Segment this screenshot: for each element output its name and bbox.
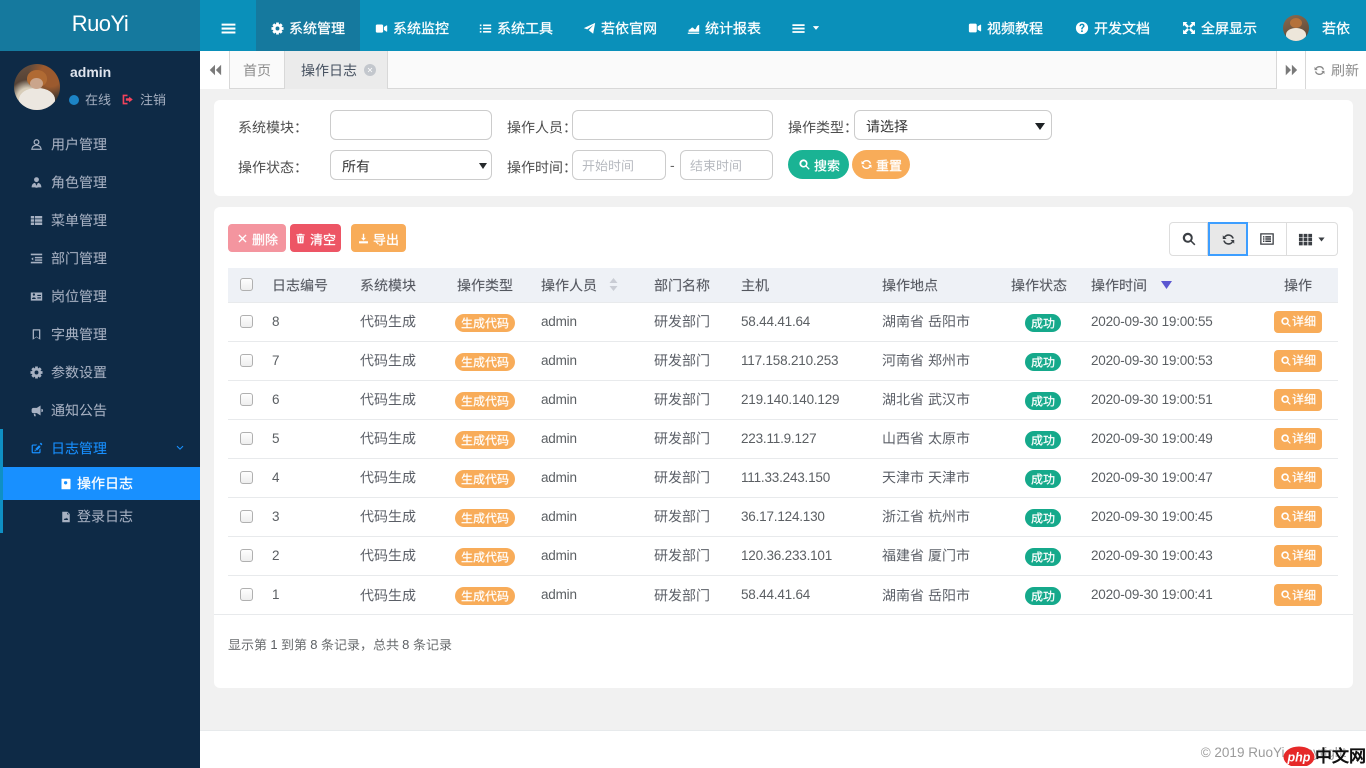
svg-text:php: php — [1287, 751, 1311, 765]
